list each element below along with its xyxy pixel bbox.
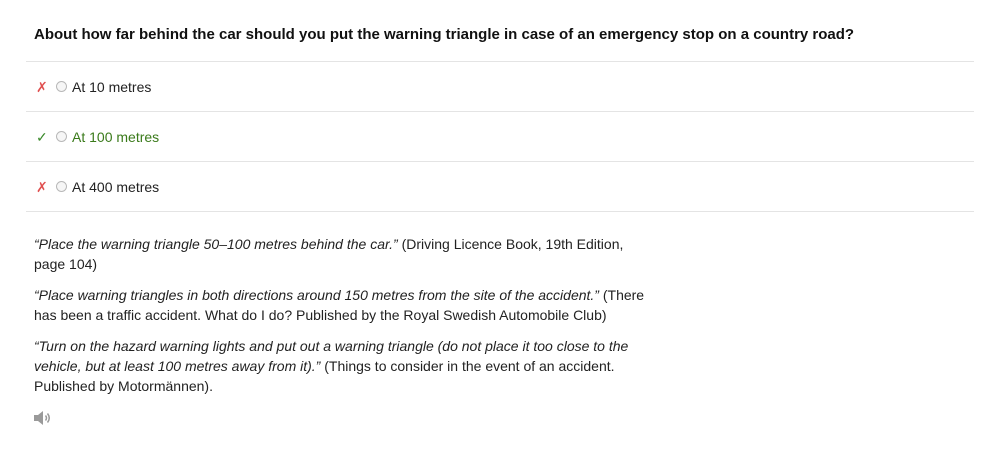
answer-label: At 100 metres [72, 128, 160, 145]
answer-label: At 10 metres [72, 78, 152, 95]
explanation-paragraph: “Place warning triangles in both directi… [34, 285, 654, 325]
answer-option-10m[interactable]: ✗ At 10 metres [26, 62, 974, 112]
radio-button[interactable] [56, 181, 67, 192]
answer-option-400m[interactable]: ✗ At 400 metres [26, 162, 974, 212]
cross-mark-icon: ✗ [36, 78, 48, 95]
answer-list: ✗ At 10 metres ✓ At 100 metres ✗ At 400 … [26, 61, 974, 212]
explanation-quote: “Place warning triangles in both directi… [34, 287, 599, 303]
answer-label: At 400 metres [72, 178, 160, 195]
explanation: “Place the warning triangle 50–100 metre… [34, 234, 654, 407]
explanation-paragraph: “Place the warning triangle 50–100 metre… [34, 234, 654, 274]
cross-mark-icon: ✗ [36, 178, 48, 195]
speaker-icon[interactable] [33, 409, 53, 427]
question-text: About how far behind the car should you … [34, 26, 855, 43]
check-mark-icon: ✓ [36, 128, 48, 145]
explanation-paragraph: “Turn on the hazard warning lights and p… [34, 336, 654, 396]
radio-button[interactable] [56, 81, 67, 92]
explanation-quote: “Place the warning triangle 50–100 metre… [34, 236, 398, 252]
radio-button[interactable] [56, 131, 67, 142]
answer-option-100m[interactable]: ✓ At 100 metres [26, 112, 974, 162]
